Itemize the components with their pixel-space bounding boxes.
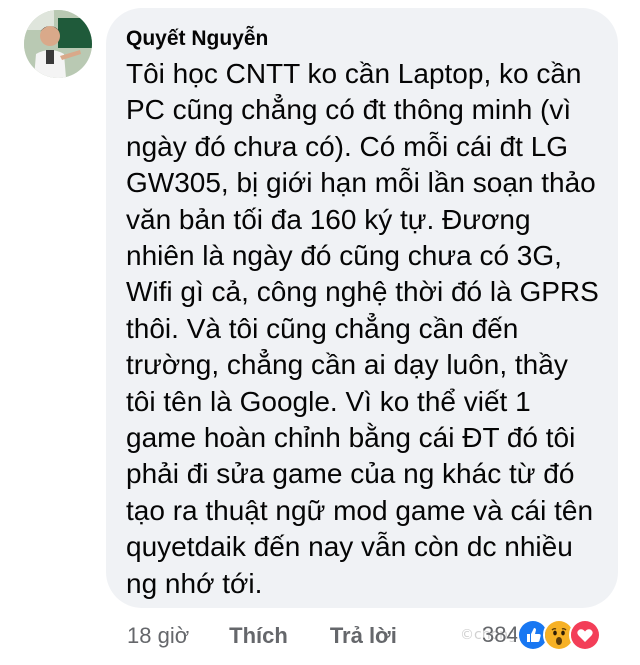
- comment-line: Tôi học CNTT ko cần Laptop, ko cần: [126, 58, 582, 89]
- comment-line: thôi. Và tôi cũng chẳng cần đến: [126, 312, 519, 344]
- comment-line: trường, chẳng cần ai dạy luôn, thầy: [126, 349, 568, 381]
- like-button[interactable]: Thích: [229, 623, 288, 649]
- avatar[interactable]: [24, 10, 92, 78]
- comment-line: tạo ra thuật ngữ mod game và cái tên: [126, 494, 594, 526]
- comment-line: nhiên là ngày đó cũng chưa có 3G,: [126, 240, 562, 272]
- comment-line: văn bản tối đa 160 ký tự. Đương: [126, 203, 531, 235]
- reply-button[interactable]: Trả lời: [330, 623, 397, 649]
- comment-line: quyetdaik đến nay vẫn còn dc nhiều: [126, 531, 573, 563]
- comment-text: Tôi học CNTT ko cần Laptop, ko cần PC cũ…: [126, 56, 600, 602]
- love-icon: [568, 619, 601, 651]
- comment-author[interactable]: Quyết Nguyễn: [126, 26, 600, 52]
- comment-line: tôi tên là Google. Vì ko thể viết 1: [126, 385, 531, 417]
- comment-line: PC cũng chẳng có đt thông minh (vì: [126, 94, 572, 126]
- comment-line: ngày đó chưa có). Có mỗi cái đt LG: [126, 130, 569, 162]
- comment-timestamp[interactable]: 18 giờ: [127, 623, 189, 649]
- comment-line: Wifi gì cả, công nghệ thời đó là GPRS: [126, 276, 599, 308]
- reaction-summary[interactable]: 384: [482, 618, 601, 652]
- comment-bubble: Quyết Nguyễn Tôi học CNTT ko cần Laptop,…: [106, 8, 618, 608]
- comment-line: game hoàn chỉnh bằng cái ĐT đó tôi: [126, 422, 576, 454]
- comment-line: ng nhớ tới.: [126, 567, 263, 599]
- comment-actions: 18 giờ Thích Trả lời: [127, 620, 439, 652]
- avatar-image: [24, 10, 92, 78]
- reaction-count: 384: [482, 622, 519, 647]
- comment-line: phải đi sửa game của ng khác từ đó: [126, 458, 575, 490]
- comment-line: GW305, bị giới hạn mỗi lần soạn thảo: [126, 167, 596, 199]
